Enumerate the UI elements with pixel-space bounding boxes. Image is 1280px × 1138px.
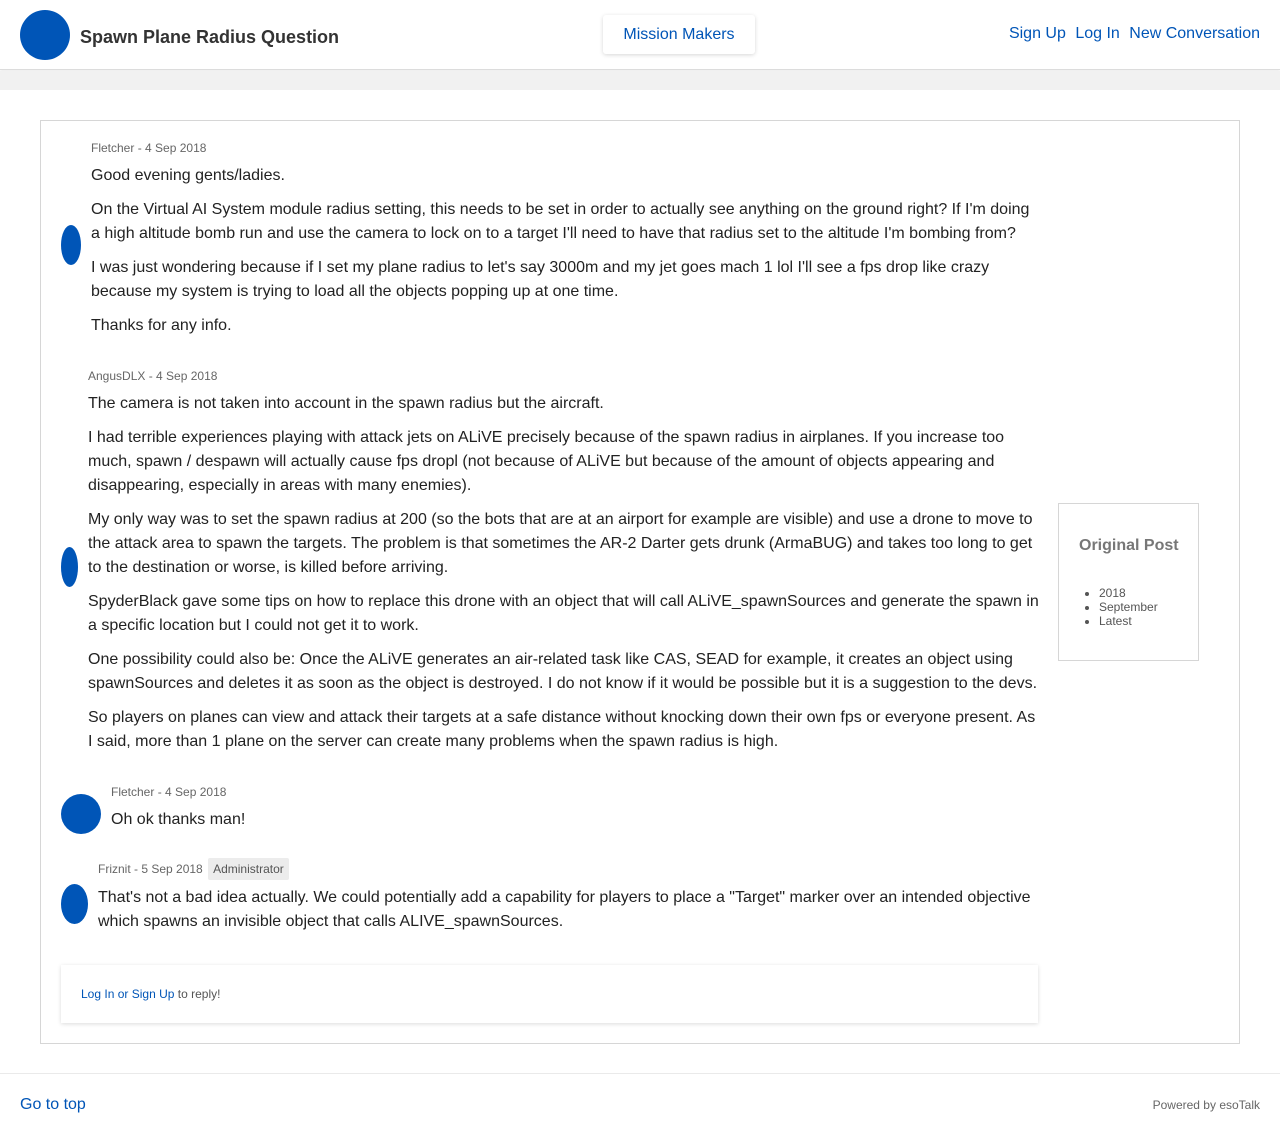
post-paragraph: Thanks for any info. xyxy=(91,317,232,334)
post-date: 4 Sep 2018 xyxy=(145,141,207,155)
post-paragraph: Good evening gents/ladies. xyxy=(91,167,285,184)
post-paragraph: That's not a bad idea actually. We could… xyxy=(98,889,1031,930)
post-meta: Friznit - 5 Sep 2018 Administrator xyxy=(98,858,289,880)
scrubber-item[interactable]: Latest xyxy=(1099,614,1158,628)
post-body: Oh ok thanks man! xyxy=(111,808,1011,842)
original-post-link[interactable]: Original Post xyxy=(1079,537,1179,555)
post-author[interactable]: Friznit xyxy=(98,862,131,876)
post-paragraph: On the Virtual AI System module radius s… xyxy=(91,201,1030,242)
post-paragraph: SpyderBlack gave some tips on how to rep… xyxy=(88,593,1039,634)
avatar[interactable] xyxy=(61,884,88,924)
sign-up-link[interactable]: Sign Up xyxy=(1009,25,1066,42)
post-body: Good evening gents/ladies. On the Virtua… xyxy=(91,164,1041,348)
header-bar: Spawn Plane Radius Question Mission Make… xyxy=(0,0,1280,70)
post-body: That's not a bad idea actually. We could… xyxy=(98,886,1043,944)
post-paragraph: I had terrible experiences playing with … xyxy=(88,429,1005,494)
post-author[interactable]: Fletcher xyxy=(111,785,154,799)
reply-signup-link[interactable]: Sign Up xyxy=(132,987,175,1001)
post-date: 4 Sep 2018 xyxy=(156,369,218,383)
post-paragraph: I was just wondering because if I set my… xyxy=(91,259,990,300)
page-title: Spawn Plane Radius Question xyxy=(80,27,340,47)
post-date: 4 Sep 2018 xyxy=(165,785,227,799)
post-meta: Fletcher - 4 Sep 2018 xyxy=(91,141,207,155)
powered-by-text: Powered by esoTalk xyxy=(1152,1098,1260,1112)
avatar[interactable] xyxy=(61,225,81,265)
post-author[interactable]: Fletcher xyxy=(91,141,134,155)
footer-divider xyxy=(0,1073,1280,1074)
post-meta: AngusDLX - 4 Sep 2018 xyxy=(88,369,218,383)
reply-suffix: to reply! xyxy=(177,987,221,1001)
role-badge: Administrator xyxy=(208,858,289,880)
header-shadow-band xyxy=(0,71,1280,90)
reply-or-text: or xyxy=(117,987,129,1001)
post-author[interactable]: AngusDLX xyxy=(88,369,145,383)
post-paragraph: My only way was to set the spawn radius … xyxy=(88,511,1033,576)
log-in-link[interactable]: Log In xyxy=(1075,25,1119,42)
post-paragraph: So players on planes can view and attack… xyxy=(88,709,1036,750)
avatar[interactable] xyxy=(61,794,101,834)
post-paragraph: Oh ok thanks man! xyxy=(111,811,246,828)
scrubber-item[interactable]: September xyxy=(1099,600,1158,614)
post-paragraph: One possibility could also be: Once the … xyxy=(88,651,1038,692)
post-paragraph: The camera is not taken into account in … xyxy=(88,395,604,412)
post-body: The camera is not taken into account in … xyxy=(88,392,1043,764)
channel-button[interactable]: Mission Makers xyxy=(603,15,755,54)
post-date: 5 Sep 2018 xyxy=(141,862,203,876)
go-to-top-link[interactable]: Go to top xyxy=(20,1096,86,1114)
avatar[interactable] xyxy=(61,547,78,587)
post-meta: Fletcher - 4 Sep 2018 xyxy=(111,785,227,799)
forum-logo[interactable] xyxy=(20,10,70,60)
scrubber-list: 2018 September Latest xyxy=(1099,586,1158,628)
new-conversation-link[interactable]: New Conversation xyxy=(1129,25,1260,42)
reply-box: Log In or Sign Up to reply! xyxy=(61,965,1038,1023)
reply-login-link[interactable]: Log In xyxy=(81,987,114,1001)
user-links: Sign Up Log In New Conversation xyxy=(1004,25,1260,43)
scrubber-sidebar: Original Post 2018 September Latest xyxy=(1058,503,1199,661)
scrubber-item[interactable]: 2018 xyxy=(1099,586,1158,600)
